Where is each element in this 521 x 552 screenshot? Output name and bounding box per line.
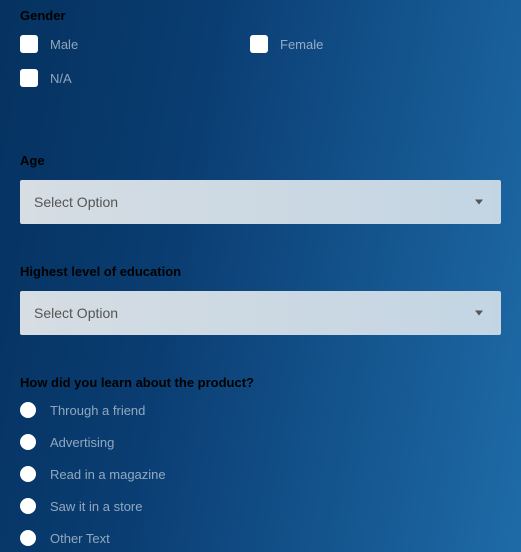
age-title: Age <box>20 153 501 168</box>
chevron-down-icon <box>475 200 483 205</box>
radio-label: Saw it in a store <box>50 499 143 514</box>
learn-options: Through a friend Advertising Read in a m… <box>20 402 501 546</box>
chevron-down-icon <box>475 311 483 316</box>
education-select[interactable]: Select Option <box>20 291 501 335</box>
age-section: Age Select Option <box>20 153 501 224</box>
education-section: Highest level of education Select Option <box>20 264 501 335</box>
radio-circle-icon <box>20 498 36 514</box>
radio-label: Advertising <box>50 435 114 450</box>
checkbox-label: Male <box>50 37 78 52</box>
radio-circle-icon <box>20 530 36 546</box>
checkbox-box-icon <box>250 35 268 53</box>
radio-read-in-a-magazine[interactable]: Read in a magazine <box>20 466 501 482</box>
radio-label: Other Text <box>50 531 110 546</box>
checkbox-female[interactable]: Female <box>250 35 480 53</box>
checkbox-box-icon <box>20 69 38 87</box>
checkbox-box-icon <box>20 35 38 53</box>
select-placeholder: Select Option <box>34 305 118 321</box>
checkbox-male[interactable]: Male <box>20 35 250 53</box>
gender-options: Male Female N/A <box>20 35 501 103</box>
radio-circle-icon <box>20 466 36 482</box>
education-select-wrap: Select Option <box>20 291 501 335</box>
checkbox-na[interactable]: N/A <box>20 69 250 87</box>
radio-through-a-friend[interactable]: Through a friend <box>20 402 501 418</box>
gender-title: Gender <box>20 8 501 23</box>
checkbox-label: N/A <box>50 71 72 86</box>
radio-label: Through a friend <box>50 403 145 418</box>
education-title: Highest level of education <box>20 264 501 279</box>
learn-section: How did you learn about the product? Thr… <box>20 375 501 546</box>
gender-section: Gender Male Female N/A <box>20 0 501 103</box>
radio-other-text[interactable]: Other Text <box>20 530 501 546</box>
age-select[interactable]: Select Option <box>20 180 501 224</box>
radio-label: Read in a magazine <box>50 467 166 482</box>
radio-saw-it-in-a-store[interactable]: Saw it in a store <box>20 498 501 514</box>
radio-advertising[interactable]: Advertising <box>20 434 501 450</box>
radio-circle-icon <box>20 434 36 450</box>
select-placeholder: Select Option <box>34 194 118 210</box>
learn-title: How did you learn about the product? <box>20 375 501 390</box>
radio-circle-icon <box>20 402 36 418</box>
checkbox-label: Female <box>280 37 323 52</box>
age-select-wrap: Select Option <box>20 180 501 224</box>
